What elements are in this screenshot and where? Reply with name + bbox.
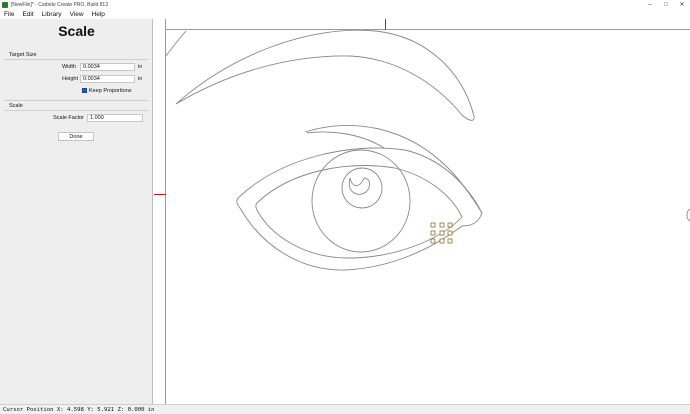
keep-proportions-checkbox[interactable] [82,88,87,93]
title-bar: [NewFile]* - Carbide Create PRO, Build 8… [0,0,690,9]
keep-proportions-label: Keep Proportions [89,88,132,94]
eyebrow-left-edge [166,30,187,57]
window-title: [NewFile]* - Carbide Create PRO, Build 8… [11,1,108,8]
eye-drawing[interactable] [166,30,690,404]
vertical-ruler[interactable] [154,19,166,404]
cursor-marker-horizontal [385,19,386,30]
upper-lid-curve [304,125,483,214]
menu-view[interactable]: View [70,11,84,18]
scale-factor-label: Scale Factor [53,115,84,121]
done-button[interactable]: Done [58,132,94,141]
app-logo-icon [2,1,8,8]
selection-handles [430,222,453,244]
close-icon[interactable]: ✕ [674,0,690,9]
section-divider [4,110,149,111]
status-bar: Cursor Position X: 4.598 Y: 5.921 Z: 0.0… [0,404,690,414]
width-input[interactable] [80,63,135,71]
height-input[interactable] [80,75,135,83]
cursor-marker-vertical [154,194,166,195]
design-canvas[interactable] [166,30,690,404]
panel-title: Scale [58,23,95,39]
minimize-icon[interactable]: – [642,0,658,9]
height-unit: in [138,76,143,82]
scale-factor-input[interactable] [87,114,143,122]
target-size-label: Target Size [9,52,37,58]
pupil-highlight [348,177,371,195]
lid-crease [306,131,385,149]
menu-library[interactable]: Library [42,11,62,18]
cursor-position-readout: Cursor Position X: 4.598 Y: 5.921 Z: 0.0… [3,406,155,413]
eyebrow-shape [175,30,475,121]
window-controls: – □ ✕ [642,0,690,9]
handle-br [447,238,453,244]
menu-bar: File Edit Library View Help [0,9,690,19]
handle-mc [439,230,445,236]
horizontal-ruler[interactable] [166,19,690,30]
handle-bc [439,238,445,244]
menu-edit[interactable]: Edit [22,11,33,18]
menu-help[interactable]: Help [92,11,105,18]
height-label: Height [62,76,78,82]
inner-eye-outline [255,165,463,259]
pupil [341,167,383,209]
scale-panel: Scale Target Size Width in Height in Kee… [0,19,153,404]
width-label: Width [61,64,76,70]
handle-mr [447,230,453,236]
handle-tc [439,222,445,228]
scale-section-label: Scale [9,103,23,109]
section-divider [4,59,149,60]
handle-tr [447,222,453,228]
handle-bl [430,238,436,244]
menu-file[interactable]: File [4,11,14,18]
handle-tl [430,222,436,228]
maximize-icon[interactable]: □ [658,0,674,9]
width-unit: in [138,64,143,70]
handle-ml [430,230,436,236]
section-divider [4,100,149,101]
